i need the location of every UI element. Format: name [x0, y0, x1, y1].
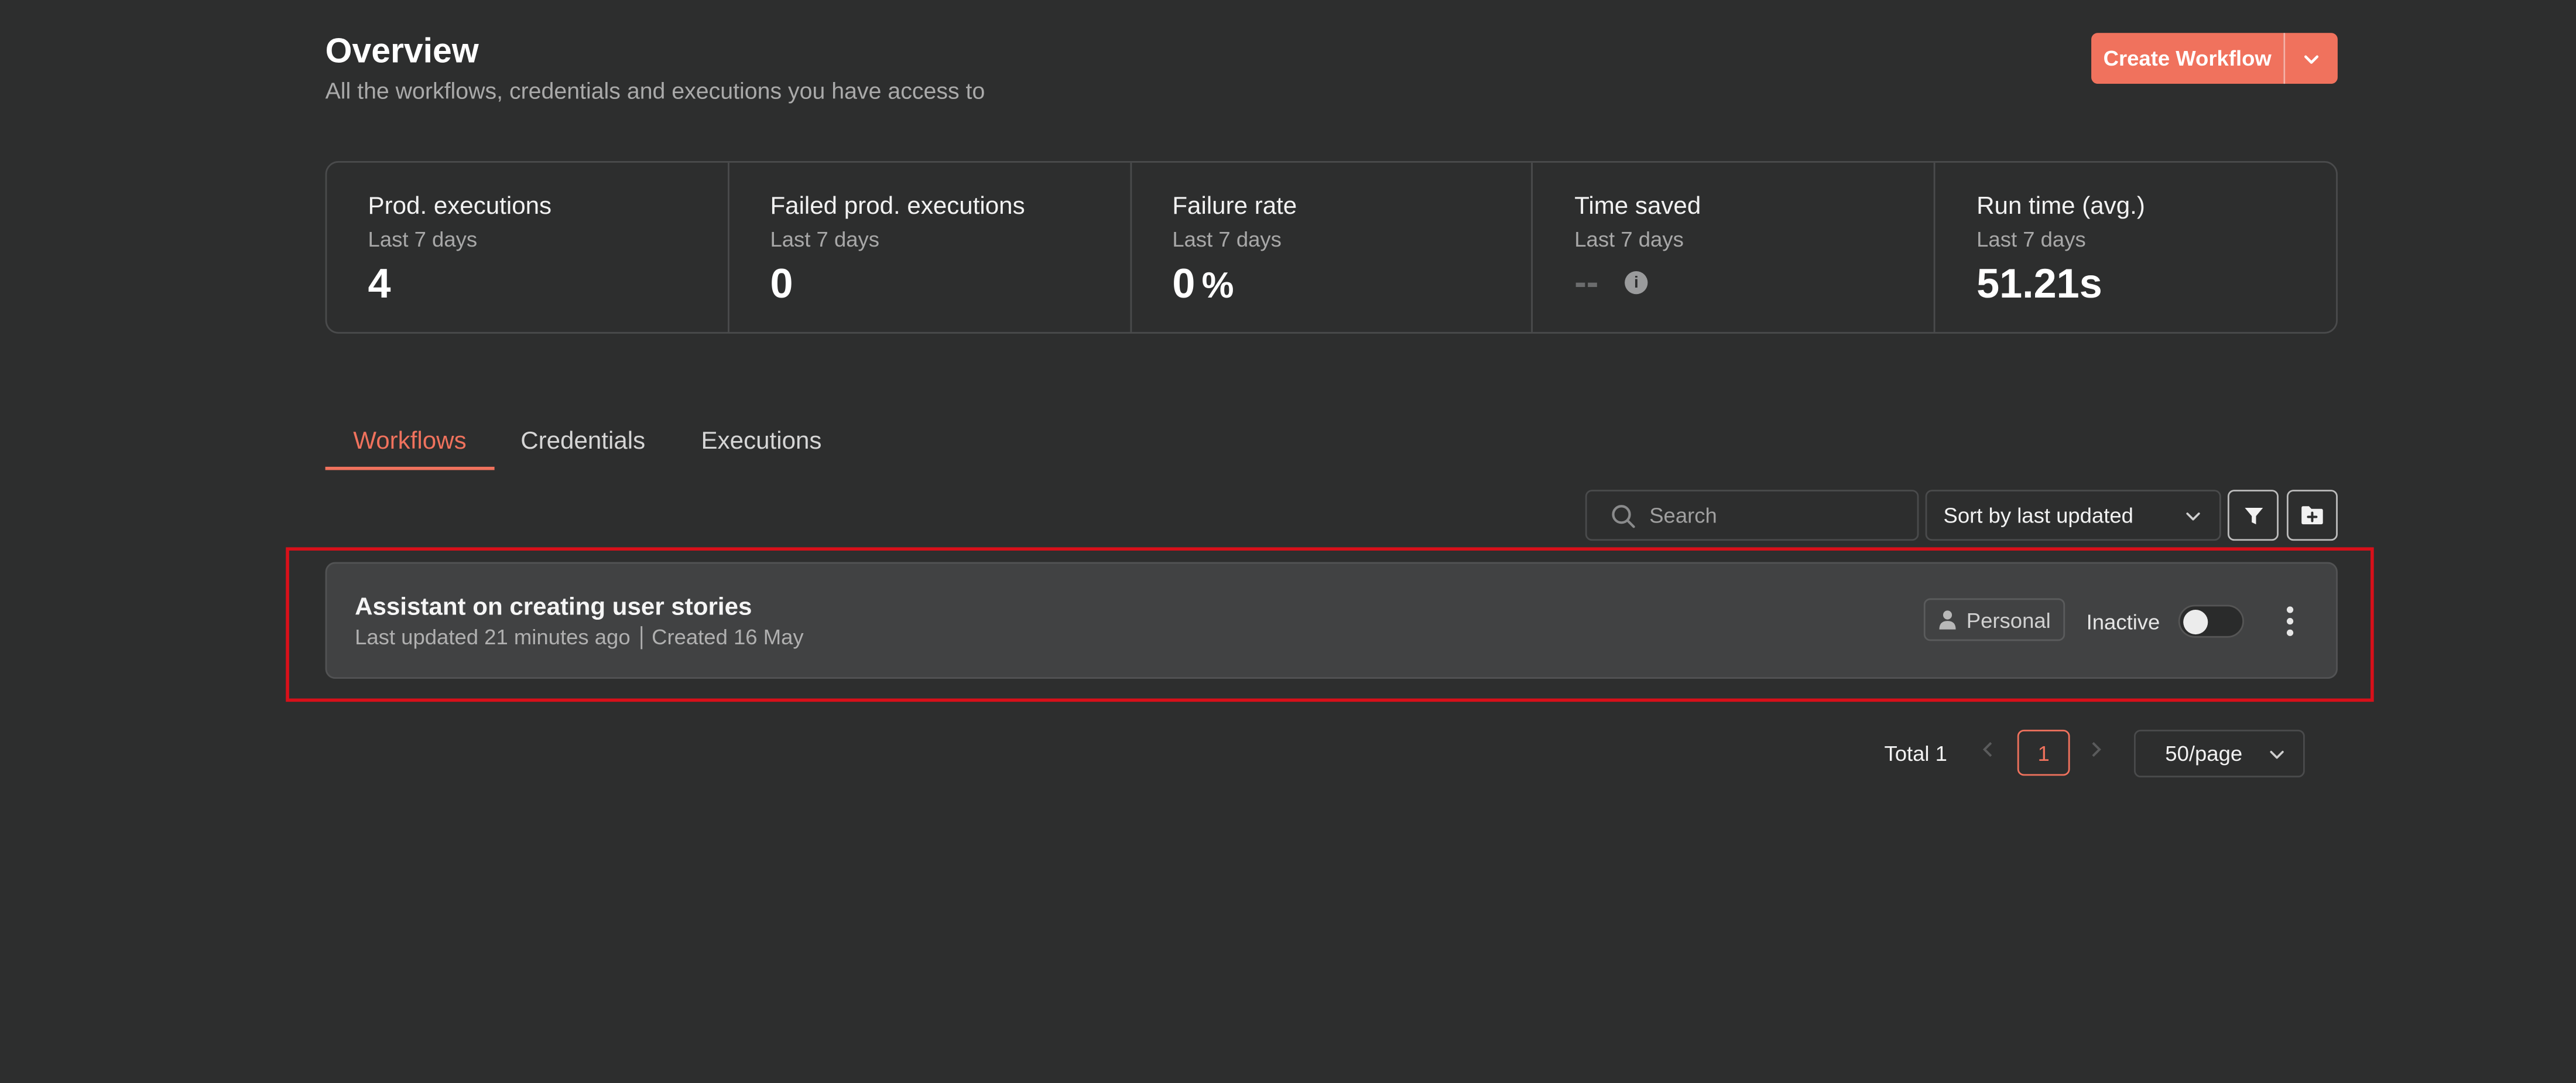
owner-badge: Personal	[1923, 598, 2066, 641]
stat-prod-executions[interactable]: Prod. executions Last 7 days 4	[327, 162, 729, 332]
workflow-created: Created 16 May	[652, 624, 804, 650]
search-icon	[1612, 504, 1635, 528]
workflow-meta: Last updated 21 minutes ago Created 16 M…	[355, 624, 804, 649]
tab-credentials[interactable]: Credentials	[494, 422, 673, 470]
workflow-last-updated: Last updated 21 minutes ago	[355, 624, 631, 650]
resource-tabs: Workflows Credentials Executions	[325, 422, 850, 470]
pagination-prev-button[interactable]	[1981, 740, 1994, 764]
stat-label: Failure rate	[1172, 192, 1297, 221]
tab-executions[interactable]: Executions	[673, 422, 849, 470]
stat-value: 4	[368, 261, 391, 308]
stat-label: Prod. executions	[368, 192, 552, 221]
meta-divider	[640, 625, 642, 648]
page-size-value: 50/page	[2165, 741, 2243, 766]
page-title: Overview	[325, 33, 479, 71]
insights-summary: Prod. executions Last 7 days 4 Failed pr…	[325, 160, 2338, 334]
kebab-dot	[2286, 618, 2294, 625]
folder-plus-icon	[2301, 506, 2323, 525]
more-options-icon[interactable]	[2282, 606, 2298, 636]
filter-button[interactable]	[2227, 490, 2279, 541]
search-box	[1585, 490, 1919, 541]
stat-value: -- i	[1574, 261, 1934, 304]
stat-time-saved[interactable]: Time saved Last 7 days -- i	[1533, 162, 1936, 332]
create-workflow-split-button: Create Workflow	[2091, 33, 2338, 84]
user-icon	[1939, 610, 1956, 630]
stat-run-time-avg[interactable]: Run time (avg.) Last 7 days 51.21s	[1936, 163, 2336, 332]
search-input[interactable]	[1649, 503, 1896, 528]
chevron-down-icon	[2186, 511, 2200, 520]
stat-period: Last 7 days	[368, 227, 478, 252]
create-dropdown-button[interactable]	[2283, 33, 2338, 84]
sort-select[interactable]: Sort by last updated	[1925, 490, 2221, 541]
toggle-knob	[2183, 610, 2208, 635]
chevron-down-icon	[2270, 750, 2284, 758]
stat-period: Last 7 days	[1172, 227, 1282, 252]
stat-failure-rate[interactable]: Failure rate Last 7 days 0%	[1131, 162, 1534, 332]
sort-select-value: Sort by last updated	[1943, 503, 2133, 528]
workflow-name[interactable]: Assistant on creating user stories	[355, 593, 752, 621]
info-icon[interactable]: i	[1625, 271, 1648, 295]
workflow-card[interactable]: Assistant on creating user stories Last …	[325, 562, 2338, 679]
kebab-dot	[2286, 629, 2294, 636]
stat-label: Failed prod. executions	[770, 192, 1025, 221]
kebab-dot	[2286, 606, 2294, 613]
stat-period: Last 7 days	[1574, 227, 1684, 252]
pagination-page-1[interactable]: 1	[2017, 729, 2070, 776]
workflow-status: Inactive	[2086, 610, 2160, 635]
owner-badge-label: Personal	[1966, 607, 2051, 632]
filter-icon	[2243, 507, 2262, 524]
active-toggle[interactable]	[2178, 604, 2244, 638]
chevron-right-icon	[2092, 742, 2101, 757]
page-size-select[interactable]: 50/page	[2133, 729, 2305, 778]
overview-page: Overview All the workflows, credentials …	[0, 0, 2576, 1083]
stat-label: Time saved	[1574, 192, 1701, 221]
chevron-left-icon	[1982, 742, 1992, 757]
pagination-next-button[interactable]	[2089, 740, 2102, 764]
stat-value: 0	[770, 261, 793, 308]
stat-value: 0%	[1172, 261, 1234, 308]
stat-value: 51.21s	[1976, 261, 2102, 308]
tab-workflows[interactable]: Workflows	[325, 422, 495, 470]
chevron-down-icon	[2304, 54, 2319, 63]
stat-period: Last 7 days	[770, 227, 880, 252]
page-subtitle: All the workflows, credentials and execu…	[325, 77, 985, 104]
stat-label: Run time (avg.)	[1976, 192, 2145, 221]
stat-period: Last 7 days	[1976, 227, 2086, 252]
create-folder-button[interactable]	[2286, 490, 2338, 541]
stat-unit: %	[1201, 264, 1234, 305]
pagination-total: Total 1	[1884, 741, 1947, 766]
create-workflow-button[interactable]: Create Workflow	[2091, 33, 2284, 84]
stat-failed-prod-executions[interactable]: Failed prod. executions Last 7 days 0	[729, 162, 1132, 332]
